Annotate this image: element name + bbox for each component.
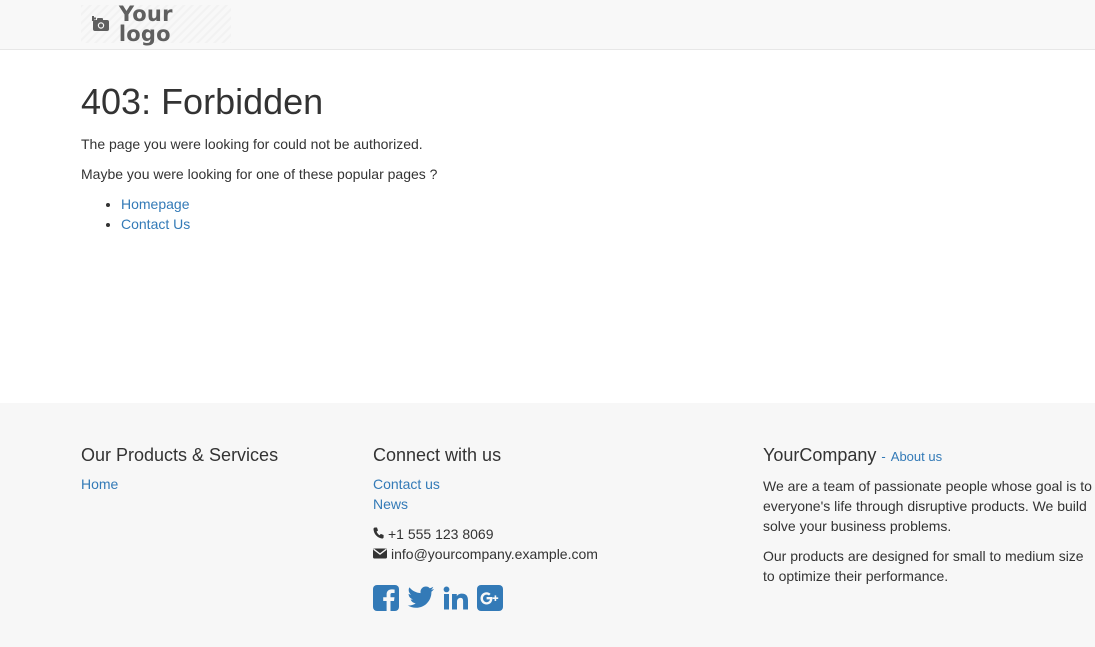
phone-line: +1 555 123 8069 (373, 524, 733, 544)
footer-contact-link[interactable]: Contact us (373, 476, 440, 492)
email-line: info@yourcompany.example.com (373, 544, 733, 564)
popular-pages-list: Homepage Contact Us (81, 194, 981, 234)
description-paragraph-1: We are a team of passionate people whose… (763, 476, 1095, 536)
homepage-link[interactable]: Homepage (121, 196, 190, 212)
twitter-icon[interactable] (407, 586, 435, 610)
list-item: Contact Us (121, 214, 981, 234)
facebook-icon[interactable] (373, 585, 399, 611)
footer-products-column: Our Products & Services Home (81, 443, 341, 494)
footer-home-link[interactable]: Home (81, 476, 118, 492)
heading-separator: - (881, 449, 886, 464)
footer-news-link[interactable]: News (373, 496, 408, 512)
top-navbar: Your logo (0, 0, 1095, 50)
phone-icon (373, 524, 388, 544)
envelope-icon (373, 544, 391, 564)
logo-link[interactable]: Your logo (81, 2, 231, 46)
company-heading: YourCompany - About us (763, 443, 1095, 469)
email-link[interactable]: info@yourcompany.example.com (391, 544, 598, 564)
error-message: The page you were looking for could not … (81, 136, 423, 152)
description-line: everyone's life through disruptive produ… (763, 498, 1087, 514)
linkedin-icon[interactable] (443, 586, 469, 610)
camera-icon (91, 14, 111, 34)
social-links (373, 585, 733, 611)
logo-text: Your logo (118, 2, 173, 46)
suggestion-text: Maybe you were looking for one of these … (81, 166, 438, 182)
products-heading: Our Products & Services (81, 445, 279, 465)
company-name: YourCompany (763, 445, 877, 465)
main-content: 403: Forbidden The page you were looking… (81, 72, 981, 234)
description-paragraph-2: Our products are designed for small to m… (763, 546, 1095, 586)
footer-connect-column: Connect with us Contact us News +1 555 1… (373, 443, 733, 611)
description-line: solve your business problems. (763, 518, 952, 534)
description-line: Our products are designed for small to m… (763, 548, 1084, 564)
company-description: We are a team of passionate people whose… (763, 476, 1095, 586)
google-plus-icon[interactable] (477, 585, 503, 611)
connect-heading: Connect with us (373, 445, 502, 465)
phone-number: +1 555 123 8069 (388, 526, 494, 542)
description-line: We are a team of passionate people whose… (763, 478, 1092, 494)
list-item: Homepage (121, 194, 981, 214)
footer-company-column: YourCompany - About us We are a team of … (763, 443, 1095, 596)
description-line: to optimize their performance. (763, 568, 949, 584)
footer: Our Products & Services Home Connect wit… (0, 403, 1095, 647)
contact-us-link[interactable]: Contact Us (121, 216, 190, 232)
about-us-link[interactable]: About us (891, 449, 942, 464)
page-title: 403: Forbidden (81, 81, 324, 122)
